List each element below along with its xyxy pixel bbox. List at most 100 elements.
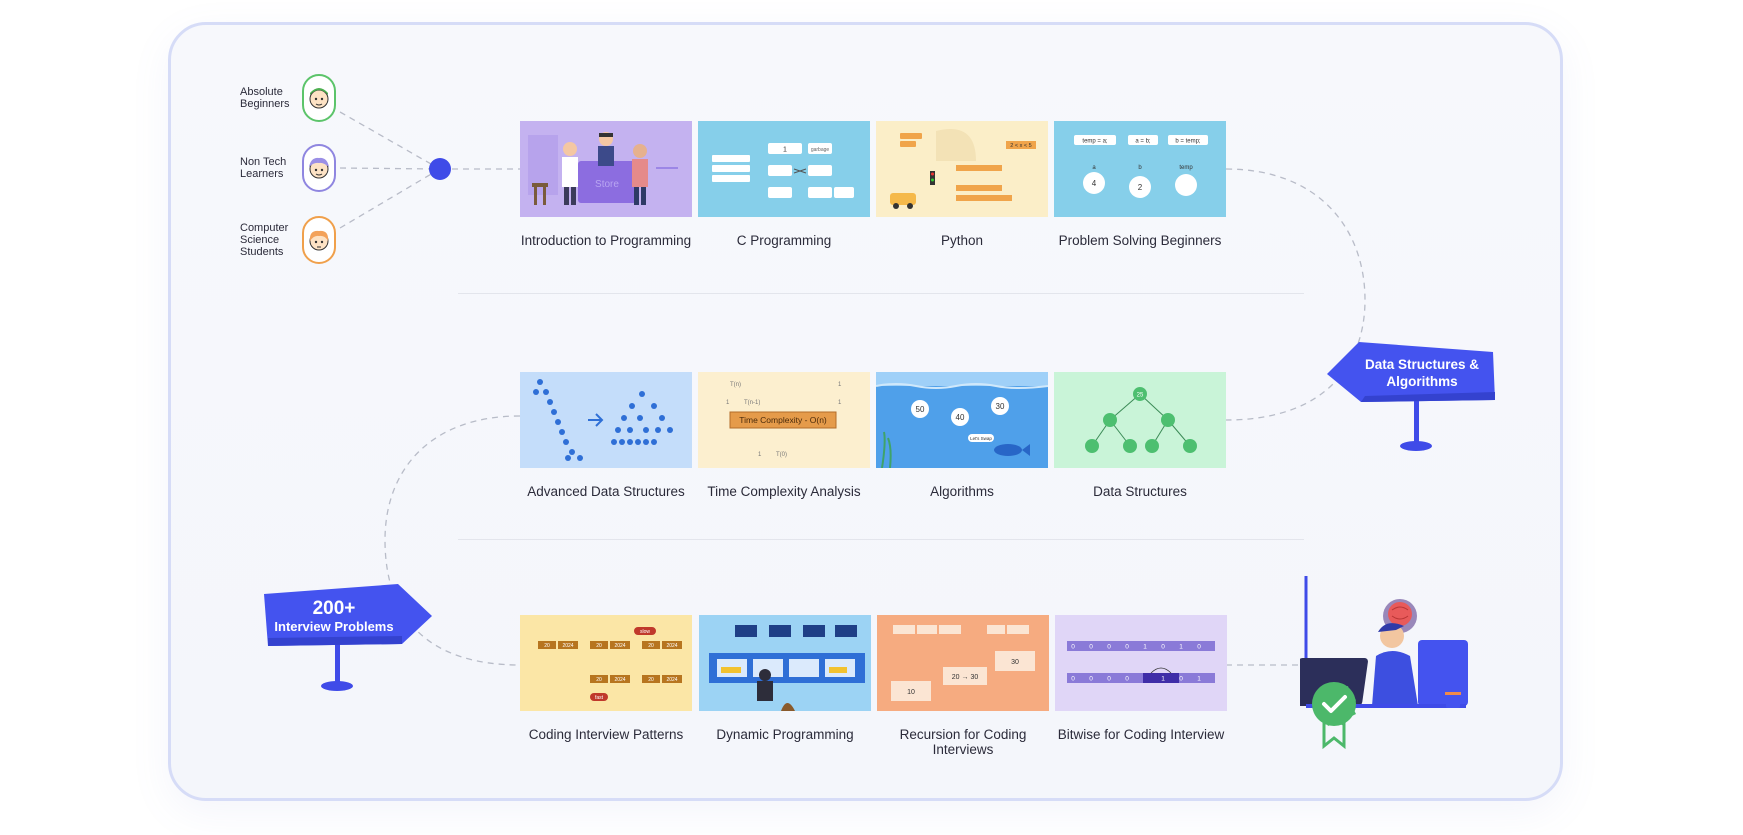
- course-card-interview-patterns[interactable]: 20 2024 20 2024 20 2024 20 2024 20 2024 slow …: [520, 615, 692, 742]
- bit-1-text: 1: [1179, 644, 1183, 651]
- intro-store-text: Store: [595, 179, 619, 190]
- tc-tn-text: T(n): [730, 382, 741, 388]
- graduate-illustration: [1292, 576, 1480, 751]
- bit-0-text: 0: [1089, 676, 1093, 683]
- course-card-recursion[interactable]: 10 20 → 30 30 Recursion for Coding Inter…: [877, 615, 1049, 757]
- signpost-interview-problems: 200+ Interview Problems: [262, 582, 434, 697]
- cip-2024-text: 2024: [562, 643, 573, 649]
- bit-0-text: 0: [1089, 644, 1093, 651]
- course-title: C Programming: [736, 233, 832, 248]
- course-thumbnail: 2 < x < 5: [876, 121, 1048, 217]
- bit-0-text: 0: [1197, 644, 1201, 651]
- course-thumbnail: 50 40 30 Let's Swap: [876, 372, 1048, 468]
- signpost-interview-line2: Interview Problems: [274, 619, 394, 634]
- course-thumbnail: 20 2024 20 2024 20 2024 20 2024 20 2024 slow …: [520, 615, 692, 711]
- algo-bubble-text: Let's Swap: [970, 436, 992, 441]
- bit-1-text: 1: [1143, 644, 1147, 651]
- cprog-one-text: 1: [783, 147, 787, 154]
- bit-1-text: 1: [1161, 676, 1165, 683]
- bit-1-text: 1: [1197, 676, 1201, 683]
- course-title: Introduction to Programming: [520, 233, 692, 248]
- course-card-time-complexity[interactable]: T(n) T(n-1) T(0) 1 1 1 1 Time Complexity…: [698, 372, 870, 499]
- course-title: Dynamic Programming: [716, 727, 854, 742]
- cprog-garbage-text: garbage: [811, 147, 830, 153]
- cip-20-text: 20: [596, 643, 602, 649]
- audience-absolute-beginners[interactable]: Absolute Beginners: [240, 74, 336, 122]
- audience-label: Computer Science Students: [240, 222, 289, 258]
- course-thumbnail: [520, 372, 692, 468]
- algo-30-text: 30: [996, 402, 1005, 411]
- ps-temp-text: temp: [1179, 165, 1193, 171]
- rec-10-text: 10: [907, 689, 915, 696]
- python-pos-text: 2 < x < 5: [1010, 143, 1031, 149]
- course-thumbnail: 25: [1054, 372, 1226, 468]
- audience-cs-students[interactable]: Computer Science Students: [240, 216, 336, 264]
- signpost-dsa-line2: Algorithms: [1386, 374, 1458, 389]
- cip-2024-text: 2024: [614, 677, 625, 683]
- course-title: Recursion for Coding Interviews: [899, 727, 1027, 757]
- course-title: Algorithms: [930, 484, 994, 499]
- ps-four-text: 4: [1092, 179, 1097, 188]
- ps-code2-text: a = b;: [1135, 139, 1151, 145]
- ps-code3-text: b = temp;: [1175, 139, 1201, 145]
- course-title: Python: [940, 233, 984, 248]
- bit-0-text: 0: [1125, 676, 1129, 683]
- bit-0-text: 0: [1161, 644, 1165, 651]
- tc-t0-text: T(0): [776, 452, 787, 458]
- course-card-advanced-ds[interactable]: Advanced Data Structures: [520, 372, 692, 499]
- row-divider: [458, 293, 1304, 294]
- course-card-c-programming[interactable]: 1 garbage C Programming: [698, 121, 870, 248]
- beginner-avatar-icon: [302, 74, 336, 122]
- course-card-dynamic-programming[interactable]: Dynamic Programming: [699, 615, 871, 742]
- course-title: Data Structures: [1093, 484, 1187, 499]
- cip-20-text: 20: [544, 643, 550, 649]
- tc-tn1-text: T(n-1): [744, 400, 760, 406]
- signpost-interview-label: 200+ Interview Problems: [262, 598, 406, 634]
- course-title: Bitwise for Coding Interview: [1057, 727, 1225, 742]
- signpost-dsa-label: Data Structures & Algorithms: [1347, 356, 1497, 390]
- row-divider: [458, 539, 1304, 540]
- course-title: Advanced Data Structures: [527, 484, 685, 499]
- audience-label: Absolute Beginners: [240, 86, 290, 110]
- audience-non-tech[interactable]: Non Tech Learners: [240, 144, 336, 192]
- cip-20-text: 20: [596, 677, 602, 683]
- course-card-intro-programming[interactable]: Store Introduction to Programming: [520, 121, 692, 248]
- ds-node-text: 25: [1137, 393, 1144, 399]
- cip-2024-text: 2024: [666, 643, 677, 649]
- course-thumbnail: Store: [520, 121, 692, 217]
- course-thumbnail: temp = a; a = b; b = temp; a b temp 4 2: [1054, 121, 1226, 217]
- course-card-bitwise[interactable]: 0 0 0 0 1 0 1 0 0 0 0 0 1 0 1 Bitwise for Coding Inte…: [1055, 615, 1227, 742]
- audience-label: Non Tech Learners: [240, 156, 287, 180]
- course-card-data-structures[interactable]: 25 Data Structures: [1054, 372, 1226, 499]
- ps-two-text: 2: [1138, 183, 1143, 192]
- algo-40-text: 40: [956, 413, 965, 422]
- course-thumbnail: 10 20 → 30 30: [877, 615, 1049, 711]
- bit-0-text: 0: [1179, 676, 1183, 683]
- signpost-interview-line1: 200+: [312, 598, 356, 619]
- cip-fast-text: fast: [595, 695, 604, 701]
- rec-20-30-text: 20 → 30: [952, 674, 979, 681]
- bit-0-text: 0: [1107, 644, 1111, 651]
- course-thumbnail: 0 0 0 0 1 0 1 0 0 0 0 0 1 0 1: [1055, 615, 1227, 711]
- course-card-problem-solving[interactable]: temp = a; a = b; b = temp; a b temp 4 2 …: [1054, 121, 1226, 248]
- course-thumbnail: [699, 615, 871, 711]
- cip-20-text: 20: [648, 643, 654, 649]
- course-title: Coding Interview Patterns: [528, 727, 684, 742]
- cip-2024-text: 2024: [614, 643, 625, 649]
- course-card-python[interactable]: 2 < x < 5 Python: [876, 121, 1048, 248]
- bit-0-text: 0: [1071, 644, 1075, 651]
- signpost-dsa-line1: Data Structures &: [1364, 357, 1480, 372]
- ps-code1-text: temp = a;: [1082, 139, 1108, 145]
- course-thumbnail: 1 garbage: [698, 121, 870, 217]
- cip-slow-text: slow: [640, 629, 650, 635]
- bit-0-text: 0: [1107, 676, 1111, 683]
- course-card-algorithms[interactable]: 50 40 30 Let's Swap Algorithms: [876, 372, 1048, 499]
- cip-20-text: 20: [648, 677, 654, 683]
- rec-30-text: 30: [1011, 659, 1019, 666]
- cip-2024-text: 2024: [666, 677, 677, 683]
- signpost-dsa: Data Structures & Algorithms: [1325, 338, 1495, 458]
- bit-0-text: 0: [1071, 676, 1075, 683]
- course-thumbnail: T(n) T(n-1) T(0) 1 1 1 1 Time Complexity…: [698, 372, 870, 468]
- cs-student-avatar-icon: [302, 216, 336, 264]
- course-title: Time Complexity Analysis: [707, 484, 861, 499]
